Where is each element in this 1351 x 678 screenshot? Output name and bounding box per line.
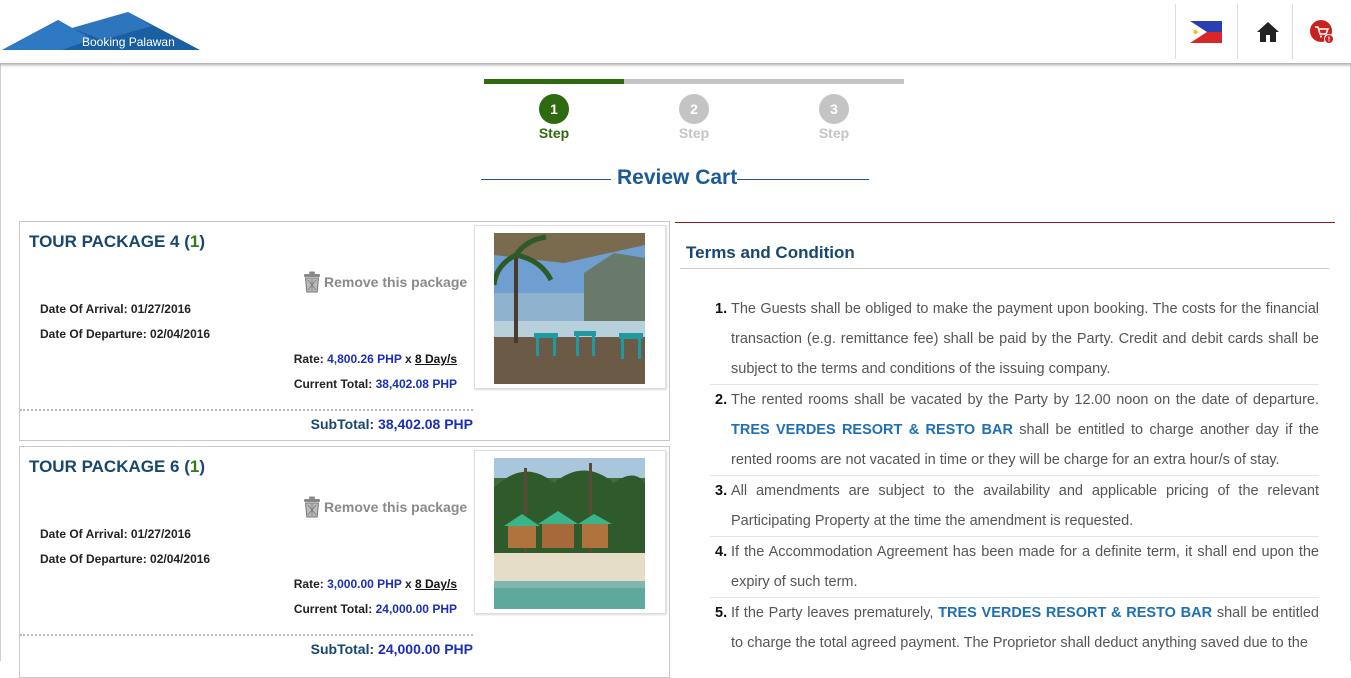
package-photo-frame bbox=[474, 450, 666, 614]
terms-title-divider bbox=[680, 268, 1329, 269]
package-title: TOUR PACKAGE 4 (1) bbox=[29, 232, 206, 251]
cart-icon bbox=[1309, 19, 1334, 44]
step-1-number: 1 bbox=[539, 94, 569, 124]
trash-icon bbox=[304, 271, 320, 293]
rate-value: 3,000.00 PHP bbox=[327, 577, 402, 591]
terms-title: Terms and Condition bbox=[686, 243, 855, 262]
terms-item: 4. If the Accommodation Agreement has be… bbox=[710, 537, 1319, 598]
terms-item-text: If the Party leaves prematurely, bbox=[731, 605, 939, 621]
remove-package-label: Remove this package bbox=[324, 499, 468, 515]
step-2-label: Step bbox=[678, 125, 710, 141]
current-total-line: Current Total: 38,402.08 PHP bbox=[293, 377, 457, 391]
departure-date: Date Of Departure: 02/04/2016 bbox=[40, 327, 211, 341]
subtotal-line: SubTotal: 38,402.08 PHP bbox=[310, 416, 473, 432]
philippines-flag-icon bbox=[1190, 20, 1222, 43]
package-card: TOUR PACKAGE 4 (1) Remove this package D… bbox=[19, 221, 670, 441]
days-link[interactable]: 8 Day/s bbox=[415, 352, 457, 366]
remove-package-button[interactable]: Remove this package bbox=[303, 271, 467, 293]
terms-item-text: If the Accommodation Agreement has been … bbox=[731, 544, 1319, 590]
terms-item-number: 4. bbox=[715, 544, 728, 560]
rate-line: Rate: 3,000.00 PHP x 8 Day/s bbox=[293, 577, 457, 591]
terms-item: 2. The rented rooms shall be vacated by … bbox=[710, 385, 1319, 476]
step-1-label: Step bbox=[538, 125, 570, 141]
terms-item: 3. All amendments are subject to the ava… bbox=[710, 476, 1319, 537]
terms-item-number: 5. bbox=[715, 605, 728, 621]
arrival-date: Date Of Arrival: 01/27/2016 bbox=[40, 302, 191, 316]
step-2-number: 2 bbox=[679, 94, 709, 124]
package-qty: 1 bbox=[189, 457, 200, 476]
home-icon bbox=[1257, 21, 1279, 42]
terms-item-text: The Guests shall be obliged to make the … bbox=[731, 301, 1319, 377]
step-3-label: Step bbox=[818, 125, 850, 141]
remove-package-label: Remove this package bbox=[324, 274, 468, 290]
subtotal-line: SubTotal: 24,000.00 PHP bbox=[310, 641, 473, 657]
terms-item-number: 3. bbox=[715, 483, 728, 499]
package-photo-frame bbox=[474, 225, 666, 389]
terms-item: 1. The Guests shall be obliged to make t… bbox=[710, 294, 1319, 385]
terms-top-rule bbox=[675, 222, 1335, 223]
departure-date: Date Of Departure: 02/04/2016 bbox=[40, 552, 211, 566]
terms-item-text: All amendments are subject to the availa… bbox=[731, 483, 1319, 529]
trash-icon bbox=[304, 496, 320, 518]
days-link[interactable]: 8 Day/s bbox=[415, 577, 457, 591]
step-1: 1 Step bbox=[524, 94, 584, 141]
remove-package-button[interactable]: Remove this package bbox=[303, 496, 467, 518]
terms-item-number: 1. bbox=[715, 301, 728, 317]
package-title: TOUR PACKAGE 6 (1) bbox=[29, 457, 206, 476]
current-total-line: Current Total: 24,000.00 PHP bbox=[293, 602, 457, 616]
resort-name-highlight: TRES VERDES RESORT & RESTO BAR bbox=[938, 605, 1213, 621]
terms-list: 1. The Guests shall be obliged to make t… bbox=[710, 294, 1319, 658]
terms-item-text: The rented rooms shall be vacated by the… bbox=[731, 392, 1319, 408]
title-rule-right bbox=[737, 179, 869, 180]
current-total-value: 38,402.08 PHP bbox=[375, 377, 457, 391]
page-title: Review Cart bbox=[617, 166, 738, 189]
cart-button[interactable] bbox=[1292, 4, 1350, 59]
step-3-number: 3 bbox=[819, 94, 849, 124]
arrival-date: Date Of Arrival: 01/27/2016 bbox=[40, 527, 191, 541]
top-header: Booking Palawan bbox=[0, 0, 1351, 63]
booking-palawan-logo[interactable]: Booking Palawan bbox=[2, 12, 200, 52]
resort-name-highlight: TRES VERDES RESORT & RESTO BAR bbox=[731, 422, 1013, 438]
terms-item-number: 2. bbox=[715, 392, 728, 408]
dotted-divider bbox=[20, 634, 473, 636]
beach-cottages-photo bbox=[494, 458, 645, 609]
step-3: 3 Step bbox=[804, 94, 864, 141]
dotted-divider bbox=[20, 409, 473, 411]
logo-text: Booking Palawan bbox=[82, 35, 175, 49]
current-total-value: 24,000.00 PHP bbox=[375, 602, 457, 616]
subtotal-value: 38,402.08 PHP bbox=[378, 416, 473, 432]
step-2: 2 Step bbox=[664, 94, 724, 141]
progress-fill bbox=[484, 79, 624, 84]
package-card: TOUR PACKAGE 6 (1) Remove this package D… bbox=[19, 446, 670, 678]
beach-hut-photo bbox=[494, 233, 645, 384]
subtotal-value: 24,000.00 PHP bbox=[378, 641, 473, 657]
title-rule-left bbox=[481, 179, 611, 180]
language-flag-button[interactable] bbox=[1175, 4, 1236, 59]
package-qty: 1 bbox=[189, 232, 200, 251]
rate-value: 4,800.26 PHP bbox=[327, 352, 402, 366]
home-button[interactable] bbox=[1237, 4, 1298, 59]
terms-item: 5. If the Party leaves prematurely, TRES… bbox=[710, 598, 1319, 658]
rate-line: Rate: 4,800.26 PHP x 8 Day/s bbox=[293, 352, 457, 366]
